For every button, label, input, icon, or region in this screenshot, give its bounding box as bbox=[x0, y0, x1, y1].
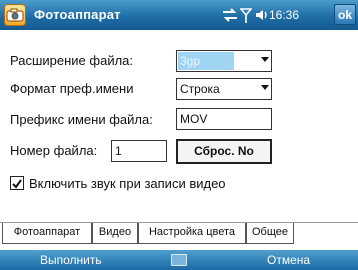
signal-icon[interactable] bbox=[239, 8, 253, 29]
tab-camera[interactable]: Фотоаппарат bbox=[2, 223, 92, 244]
prefix-format-dropdown[interactable]: Строка bbox=[176, 78, 272, 100]
tab-color-settings[interactable]: Настройка цвета bbox=[138, 223, 246, 244]
chevron-down-icon bbox=[261, 85, 269, 90]
prefix-format-value: Строка bbox=[180, 82, 220, 96]
checkmark-icon bbox=[12, 179, 22, 189]
camera-app-icon bbox=[4, 4, 26, 26]
file-extension-dropdown[interactable]: 3gp bbox=[176, 50, 272, 72]
menu-bar: Выполнить Отмена bbox=[0, 250, 358, 270]
sound-checkbox[interactable] bbox=[10, 176, 24, 190]
volume-icon[interactable] bbox=[254, 8, 268, 27]
title-bar: Фотоаппарат 16:36 ok bbox=[0, 0, 358, 30]
file-extension-value: 3gp bbox=[178, 52, 234, 70]
reset-number-button[interactable]: Сброс. No bbox=[176, 139, 272, 164]
chevron-down-icon bbox=[261, 57, 269, 62]
file-prefix-label: Префикс имени файла: bbox=[10, 112, 153, 127]
execute-softkey[interactable]: Выполнить bbox=[40, 253, 102, 267]
cancel-softkey[interactable]: Отмена bbox=[267, 253, 310, 267]
file-number-input[interactable]: 1 bbox=[111, 140, 167, 162]
file-prefix-input[interactable]: MOV bbox=[176, 108, 272, 130]
window-title: Фотоаппарат bbox=[34, 7, 121, 22]
prefix-format-label: Формат преф.имени bbox=[10, 81, 134, 96]
keyboard-icon[interactable] bbox=[171, 254, 187, 266]
file-number-label: Номер файла: bbox=[10, 143, 98, 158]
tab-video[interactable]: Видео bbox=[92, 223, 138, 244]
connectivity-icon[interactable] bbox=[222, 8, 238, 27]
sound-checkbox-label[interactable]: Включить звук при записи видео bbox=[29, 176, 226, 191]
ok-button[interactable]: ok bbox=[334, 4, 356, 25]
clock[interactable]: 16:36 bbox=[269, 8, 299, 22]
tab-general[interactable]: Общее bbox=[246, 223, 294, 244]
file-extension-label: Расширение файла: bbox=[10, 53, 134, 68]
